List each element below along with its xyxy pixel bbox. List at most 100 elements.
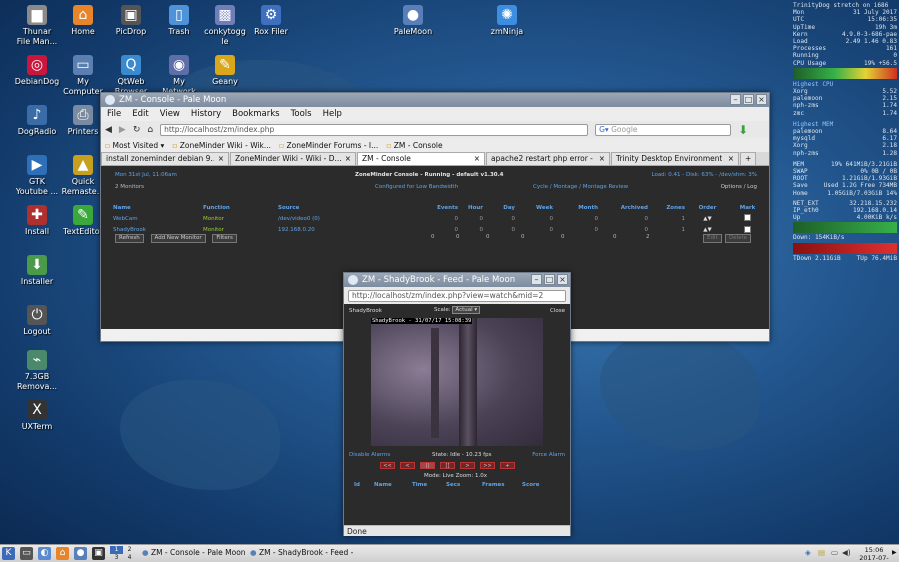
tab-close-icon[interactable]: ×	[345, 153, 351, 165]
zm-column-header[interactable]: Name	[113, 202, 203, 213]
zm-column-header[interactable]: Order	[685, 202, 730, 213]
zm-column-header[interactable]: Function	[203, 202, 278, 213]
tab-close-icon[interactable]: ×	[599, 153, 605, 165]
taskbar-scroll-right-icon[interactable]: ▶	[892, 549, 897, 556]
window-titlebar[interactable]: ZM - Console - Pale Moon – □ ×	[101, 93, 769, 107]
events-column-header[interactable]: Id	[354, 482, 360, 488]
table-cell[interactable]: Monitor	[203, 213, 278, 225]
reload-icon[interactable]: ↻	[133, 125, 141, 135]
playback-button[interactable]: <	[400, 462, 415, 469]
menu-edit[interactable]: Edit	[132, 107, 148, 121]
new-tab-button[interactable]: +	[740, 152, 757, 165]
table-cell[interactable]: /dev/video0 (0)	[278, 213, 413, 225]
table-cell[interactable]: ▲▼	[685, 213, 730, 225]
taskbar-task-feed[interactable]: ● ZM - ShadyBrook - Feed -	[250, 548, 353, 557]
zm-bandwidth-link[interactable]: Configured for Low Bandwidth	[375, 184, 458, 190]
start-menu-icon[interactable]: K	[2, 547, 15, 560]
table-cell[interactable]: WebCam	[113, 213, 203, 225]
bookmark-item[interactable]: ▫ ZoneMinder Wiki - Wik...	[172, 141, 271, 150]
desktop-icon-uxterm[interactable]: X UXTerm	[4, 400, 70, 432]
delete-button[interactable]: Delete	[725, 234, 752, 243]
mark-checkbox[interactable]	[744, 214, 751, 222]
network-tray-icon[interactable]: ◈	[805, 548, 811, 557]
menu-history[interactable]: History	[191, 107, 221, 121]
taskbar-task-console[interactable]: ● ZM - Console - Pale Moon	[142, 548, 246, 557]
playback-button[interactable]: >>	[480, 462, 495, 469]
forward-icon[interactable]: ▶	[119, 125, 126, 135]
zm-options-link[interactable]: Options / Log	[721, 184, 757, 190]
zm-view-links[interactable]: Cycle / Montage / Montage Review	[533, 184, 628, 190]
home-icon[interactable]: ⌂	[147, 125, 153, 135]
maximize-button[interactable]: □	[743, 94, 754, 105]
home-folder-icon[interactable]: ⌂	[56, 547, 69, 560]
pager-desktop-2[interactable]: 2	[123, 546, 136, 554]
search-box[interactable]: G▾ Google	[595, 123, 732, 136]
menu-view[interactable]: View	[160, 107, 180, 121]
browser-tab[interactable]: Trinity Desktop Environment ×	[611, 152, 739, 165]
maximize-button[interactable]: □	[544, 274, 555, 285]
display-tray-icon[interactable]: ▭	[831, 548, 838, 557]
pager-desktop-3[interactable]: 3	[110, 554, 123, 562]
zm-column-header[interactable]: Month	[553, 202, 598, 213]
desktop-icon-zmninja[interactable]: ✺ zmNinja	[474, 5, 540, 37]
volume-tray-icon[interactable]: ◀)	[842, 548, 851, 557]
feed-browser-window[interactable]: ZM - ShadyBrook - Feed - Pale Moon – □ ×…	[343, 272, 571, 536]
events-column-header[interactable]: Time	[412, 482, 427, 488]
desktop-icon-geany[interactable]: ✎ Geany	[192, 55, 258, 87]
zm-column-header[interactable]: Day	[483, 202, 515, 213]
playback-button[interactable]: >	[460, 462, 475, 469]
bookmark-item[interactable]: ▫ ZM - Console	[386, 141, 442, 150]
playback-button[interactable]: []	[440, 462, 455, 469]
monitor-icon[interactable]: ▣	[92, 547, 105, 560]
desktop-icon-removable[interactable]: ⌁ 7.3GB Remova...	[4, 350, 70, 392]
filters-button[interactable]: Filters	[212, 234, 237, 243]
tab-close-icon[interactable]: ×	[728, 153, 734, 165]
close-button[interactable]: ×	[557, 274, 568, 285]
events-column-header[interactable]: Score	[522, 482, 539, 488]
table-cell[interactable]: 192.168.0.20	[278, 225, 413, 237]
close-button[interactable]: ×	[756, 94, 767, 105]
browser-tab[interactable]: apache2 restart php error - ... ×	[486, 152, 610, 165]
mark-checkbox[interactable]	[730, 213, 765, 225]
desktop-icon-installer[interactable]: ⬇ Installer	[4, 255, 70, 287]
minimize-button[interactable]: –	[531, 274, 542, 285]
zm-column-header[interactable]: Mark	[730, 202, 765, 213]
close-link[interactable]: Close	[550, 308, 565, 314]
menu-help[interactable]: Help	[323, 107, 342, 121]
zm-column-header[interactable]: Archived	[598, 202, 648, 213]
download-icon[interactable]: ⬇	[738, 123, 748, 137]
pager-desktop-1[interactable]: 1	[110, 546, 123, 554]
menu-file[interactable]: File	[107, 107, 121, 121]
browser-tab[interactable]: ZoneMinder Wiki - Wiki - D... ×	[230, 152, 356, 165]
zm-column-header[interactable]: Source	[278, 202, 413, 213]
back-icon[interactable]: ◀	[105, 125, 112, 135]
feed-window-titlebar[interactable]: ZM - ShadyBrook - Feed - Pale Moon – □ ×	[344, 273, 570, 287]
terminal-icon[interactable]: ▭	[20, 547, 33, 560]
zm-column-header[interactable]: Events	[413, 202, 458, 213]
browser-icon[interactable]: ●	[74, 547, 87, 560]
browser-tab[interactable]: ZM - Console ×	[357, 152, 485, 165]
disable-alarms-link[interactable]: Disable Alarms	[349, 452, 390, 458]
scale-select[interactable]: Actual ▾	[452, 306, 481, 314]
events-column-header[interactable]: Frames	[482, 482, 505, 488]
zm-column-header[interactable]: Week	[515, 202, 553, 213]
tab-close-icon[interactable]: ×	[474, 153, 480, 165]
url-bar[interactable]: http://localhost/zm/index.php	[160, 123, 589, 136]
browser-tab[interactable]: install zoneminder debian 9... ×	[101, 152, 229, 165]
bookmark-item[interactable]: ▫ Most Visited ▾	[105, 141, 164, 150]
desktop-icon-logout[interactable]: ⏻ Logout	[4, 305, 70, 337]
feed-url-bar[interactable]: http://localhost/zm/index.php?view=watch…	[348, 289, 566, 302]
zm-column-header[interactable]: Zones	[648, 202, 685, 213]
menu-tools[interactable]: Tools	[291, 107, 312, 121]
minimize-button[interactable]: –	[730, 94, 741, 105]
edit-button[interactable]: Edit	[703, 234, 722, 243]
events-column-header[interactable]: Name	[374, 482, 392, 488]
force-alarm-link[interactable]: Force Alarm	[532, 452, 565, 458]
bookmark-item[interactable]: ▫ ZoneMinder Forums - I...	[279, 141, 378, 150]
playback-button[interactable]: ||	[420, 462, 435, 469]
desktop-icon[interactable]: ◐	[38, 547, 51, 560]
events-column-header[interactable]: Secs	[446, 482, 460, 488]
menu-bookmarks[interactable]: Bookmarks	[232, 107, 280, 121]
playback-button[interactable]: <<	[380, 462, 395, 469]
desktop-pager[interactable]: 1 2 3 4	[110, 546, 136, 562]
